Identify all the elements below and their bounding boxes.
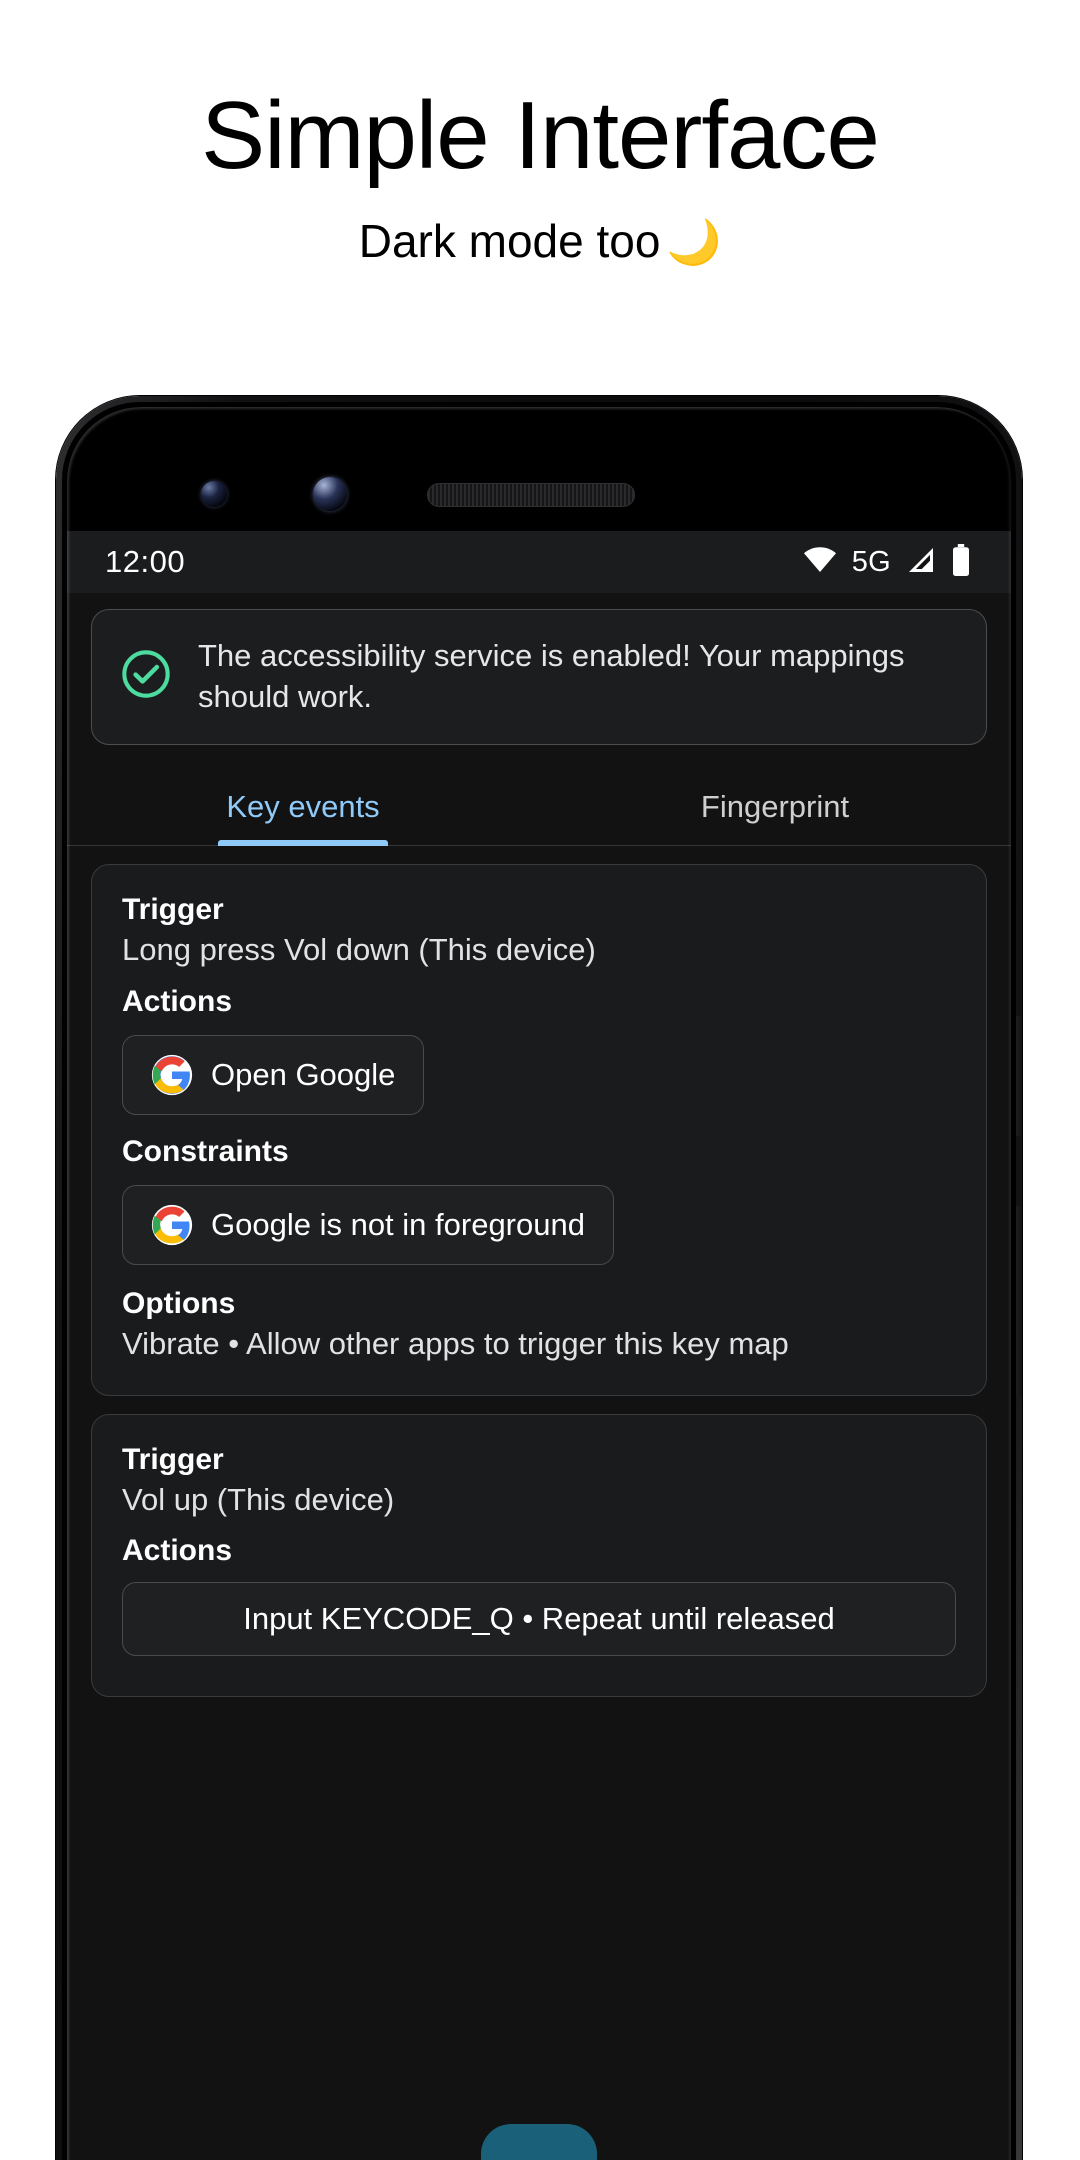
action-chip[interactable]: Input KEYCODE_Q • Repeat until released [122, 1582, 956, 1657]
constraint-chip-label: Google is not in foreground [211, 1206, 585, 1242]
phone-top-bezel [67, 407, 1011, 531]
trigger-heading: Trigger [122, 1442, 224, 1476]
app-screen: 12:00 5G The accessibility service is en… [67, 531, 1011, 2160]
actions-heading: Actions [122, 1534, 233, 1568]
status-icons: 5G [803, 543, 971, 581]
network-type-label: 5G [851, 545, 891, 578]
check-circle-icon [120, 648, 172, 705]
keymap-list: Trigger Long press Vol down (This device… [67, 846, 1011, 1698]
promo-subtitle-text: Dark mode too [358, 215, 661, 267]
tab-fingerprint[interactable]: Fingerprint [539, 767, 1011, 845]
trigger-value: Vol up (This device) [122, 1481, 395, 1517]
keymap-card[interactable]: Trigger Long press Vol down (This device… [91, 863, 987, 1396]
action-chip-label: Open Google [211, 1056, 396, 1092]
trigger-value: Long press Vol down (This device) [122, 931, 596, 967]
constraints-heading: Constraints [122, 1134, 289, 1168]
google-icon [151, 1054, 193, 1096]
status-clock: 12:00 [105, 544, 186, 579]
action-chip[interactable]: Open Google [122, 1034, 425, 1115]
google-icon [151, 1204, 193, 1246]
earpiece-speaker [427, 483, 635, 507]
accessibility-status-banner[interactable]: The accessibility service is enabled! Yo… [91, 609, 987, 745]
promo-screenshot: Simple Interface Dark mode too 🌙 12:00 5… [0, 0, 1080, 2160]
options-heading: Options [122, 1286, 236, 1320]
phone-mockup: 12:00 5G The accessibility service is en… [56, 396, 1022, 2160]
add-keymap-fab[interactable]: + [481, 2124, 597, 2160]
status-bar: 12:00 5G [67, 531, 1011, 593]
phone-glass: 12:00 5G The accessibility service is en… [67, 407, 1011, 2160]
front-camera-secondary-icon [313, 477, 347, 511]
promo-title: Simple Interface [201, 82, 880, 189]
wifi-icon [803, 546, 837, 578]
promo-subtitle: Dark mode too 🌙 [0, 184, 1080, 267]
battery-icon [951, 543, 971, 581]
action-chip-label: Input KEYCODE_Q • Repeat until released [243, 1601, 835, 1637]
actions-heading: Actions [122, 984, 233, 1018]
tab-bar: Key events Fingerprint [67, 767, 1011, 846]
tab-key-events[interactable]: Key events [67, 767, 539, 845]
trigger-heading: Trigger [122, 892, 224, 926]
options-value: Vibrate • Allow other apps to trigger th… [122, 1325, 789, 1361]
keymap-card[interactable]: Trigger Vol up (This device) Actions Inp… [91, 1413, 987, 1698]
accessibility-status-text: The accessibility service is enabled! Yo… [198, 638, 905, 714]
constraint-chip[interactable]: Google is not in foreground [122, 1184, 614, 1265]
phone-inner-frame: 12:00 5G The accessibility service is en… [62, 402, 1016, 2160]
signal-icon [906, 546, 936, 579]
front-camera-icon [201, 481, 227, 507]
promo-header: Simple Interface Dark mode too 🌙 [0, 0, 1080, 267]
crescent-moon-icon: 🌙 [666, 218, 722, 267]
